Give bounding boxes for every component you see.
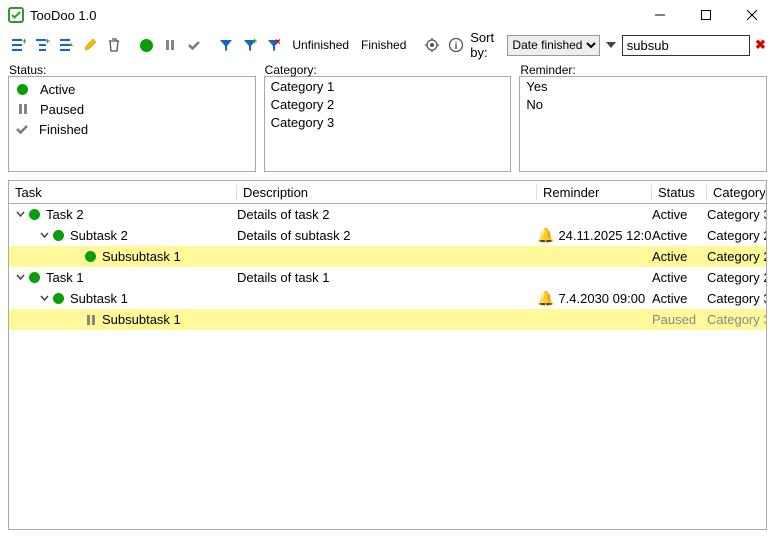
col-category[interactable]: Category xyxy=(707,185,766,200)
svg-text:+: + xyxy=(45,37,50,46)
status-panel: Status: Active Paused Finished xyxy=(8,76,256,172)
task-description: Details of subtask 2 xyxy=(237,228,537,243)
col-task[interactable]: Task xyxy=(9,185,237,200)
app-icon xyxy=(8,7,24,23)
table-row[interactable]: Subtask 1 🔔7.4.2030 09:00ActiveCategory 3 xyxy=(9,288,766,309)
category-panel: Category: Category 1 Category 2 Category… xyxy=(264,76,512,172)
filter-finished-button[interactable]: Finished xyxy=(357,38,410,52)
table-row[interactable]: Task 2 Details of task 2 ActiveCategory 3 xyxy=(9,204,766,225)
col-reminder[interactable]: Reminder xyxy=(537,185,652,200)
minimize-button[interactable] xyxy=(637,0,683,30)
task-category: Category 3 xyxy=(707,312,766,327)
table-row[interactable]: Subtask 2 Details of subtask 2🔔24.11.2025… xyxy=(9,225,766,246)
task-reminder: 🔔24.11.2025 12:00 xyxy=(537,227,652,244)
list-add-icon[interactable]: + xyxy=(8,34,28,56)
category-panel-label: Category: xyxy=(265,63,317,77)
active-icon xyxy=(85,251,96,262)
reminder-panel-label: Reminder: xyxy=(520,63,575,77)
task-status: Active xyxy=(652,207,707,222)
active-icon xyxy=(29,272,40,283)
table-row[interactable]: Task 1 Details of task 1 ActiveCategory 2 xyxy=(9,267,766,288)
category-filter-item[interactable]: Category 3 xyxy=(271,115,505,133)
bell-icon: 🔔 xyxy=(537,227,554,244)
task-category: Category 2 xyxy=(707,228,766,243)
active-icon xyxy=(29,209,40,220)
svg-text:+: + xyxy=(22,37,26,46)
mark-paused-icon[interactable] xyxy=(160,34,180,56)
status-filter-active[interactable]: Active xyxy=(15,79,249,99)
task-name: Subtask 2 xyxy=(70,228,128,243)
active-icon xyxy=(53,293,64,304)
expander-icon[interactable] xyxy=(13,210,27,219)
reminder-filter-item[interactable]: No xyxy=(526,97,760,115)
category-filter-item[interactable]: Category 2 xyxy=(271,97,505,115)
col-description[interactable]: Description xyxy=(237,185,537,200)
task-category: Category 3 xyxy=(707,207,766,222)
bell-icon: 🔔 xyxy=(537,290,554,307)
task-reminder: 🔔7.4.2030 09:00 xyxy=(537,290,652,307)
grid-body: Task 2Details of task 2ActiveCategory 3S… xyxy=(8,204,767,530)
toolbar: + + + × Unfinished Finished i Sort by: D… xyxy=(0,30,775,60)
task-description: Details of task 2 xyxy=(237,207,537,222)
clear-search-icon[interactable]: ✖ xyxy=(754,37,767,53)
expander-icon[interactable] xyxy=(37,231,51,240)
task-status: Active xyxy=(652,291,707,306)
expander-icon[interactable] xyxy=(13,273,27,282)
settings-icon[interactable] xyxy=(422,34,442,56)
task-name: Subsubtask 1 xyxy=(102,312,181,327)
filter-add-icon[interactable]: + xyxy=(240,34,260,56)
task-grid: Task Description Reminder Status Categor… xyxy=(8,180,767,530)
svg-text:+: + xyxy=(252,37,257,46)
grid-header: Task Description Reminder Status Categor… xyxy=(8,180,767,204)
table-row[interactable]: Subsubtask 1 ActiveCategory 2 xyxy=(9,246,766,267)
list-subtask-icon[interactable]: + xyxy=(32,34,52,56)
list-sort-icon[interactable] xyxy=(56,34,76,56)
window-title: TooDoo 1.0 xyxy=(30,8,97,23)
trash-icon[interactable] xyxy=(104,34,124,56)
task-status: Active xyxy=(652,249,707,264)
search-input[interactable] xyxy=(622,35,750,56)
task-status: Active xyxy=(652,228,707,243)
sort-select[interactable]: Date finished xyxy=(507,35,600,56)
task-status: Active xyxy=(652,270,707,285)
filter-clear-icon[interactable]: × xyxy=(264,34,284,56)
reminder-filter-item[interactable]: Yes xyxy=(526,79,760,97)
svg-text:i: i xyxy=(455,41,458,52)
task-status: Paused xyxy=(652,312,707,327)
task-name: Subtask 1 xyxy=(70,291,128,306)
status-panel-label: Status: xyxy=(9,63,46,77)
status-filter-finished[interactable]: Finished xyxy=(15,119,249,139)
reminder-panel: Reminder: Yes No xyxy=(519,76,767,172)
category-filter-item[interactable]: Category 1 xyxy=(271,79,505,97)
filter-panels: Status: Active Paused Finished Category:… xyxy=(0,70,775,176)
close-button[interactable] xyxy=(729,0,775,30)
table-row[interactable]: Subsubtask 1 PausedCategory 3 xyxy=(9,309,766,330)
title-bar: TooDoo 1.0 xyxy=(0,0,775,30)
paused-icon xyxy=(85,314,96,325)
task-category: Category 2 xyxy=(707,249,766,264)
mark-finished-icon[interactable] xyxy=(184,34,204,56)
task-category: Category 3 xyxy=(707,291,766,306)
sort-direction-icon[interactable] xyxy=(604,36,617,54)
edit-icon[interactable] xyxy=(80,34,100,56)
task-name: Task 1 xyxy=(46,270,84,285)
expander-icon[interactable] xyxy=(37,294,51,303)
filter-icon[interactable] xyxy=(216,34,236,56)
task-name: Task 2 xyxy=(46,207,84,222)
mark-active-icon[interactable] xyxy=(136,34,156,56)
task-name: Subsubtask 1 xyxy=(102,249,181,264)
maximize-button[interactable] xyxy=(683,0,729,30)
sort-label: Sort by: xyxy=(470,30,503,60)
col-status[interactable]: Status xyxy=(652,185,707,200)
task-description: Details of task 1 xyxy=(237,270,537,285)
status-filter-paused[interactable]: Paused xyxy=(15,99,249,119)
active-icon xyxy=(53,230,64,241)
svg-text:×: × xyxy=(275,37,281,48)
filter-unfinished-button[interactable]: Unfinished xyxy=(288,38,353,52)
task-category: Category 2 xyxy=(707,270,766,285)
info-icon[interactable]: i xyxy=(446,34,466,56)
